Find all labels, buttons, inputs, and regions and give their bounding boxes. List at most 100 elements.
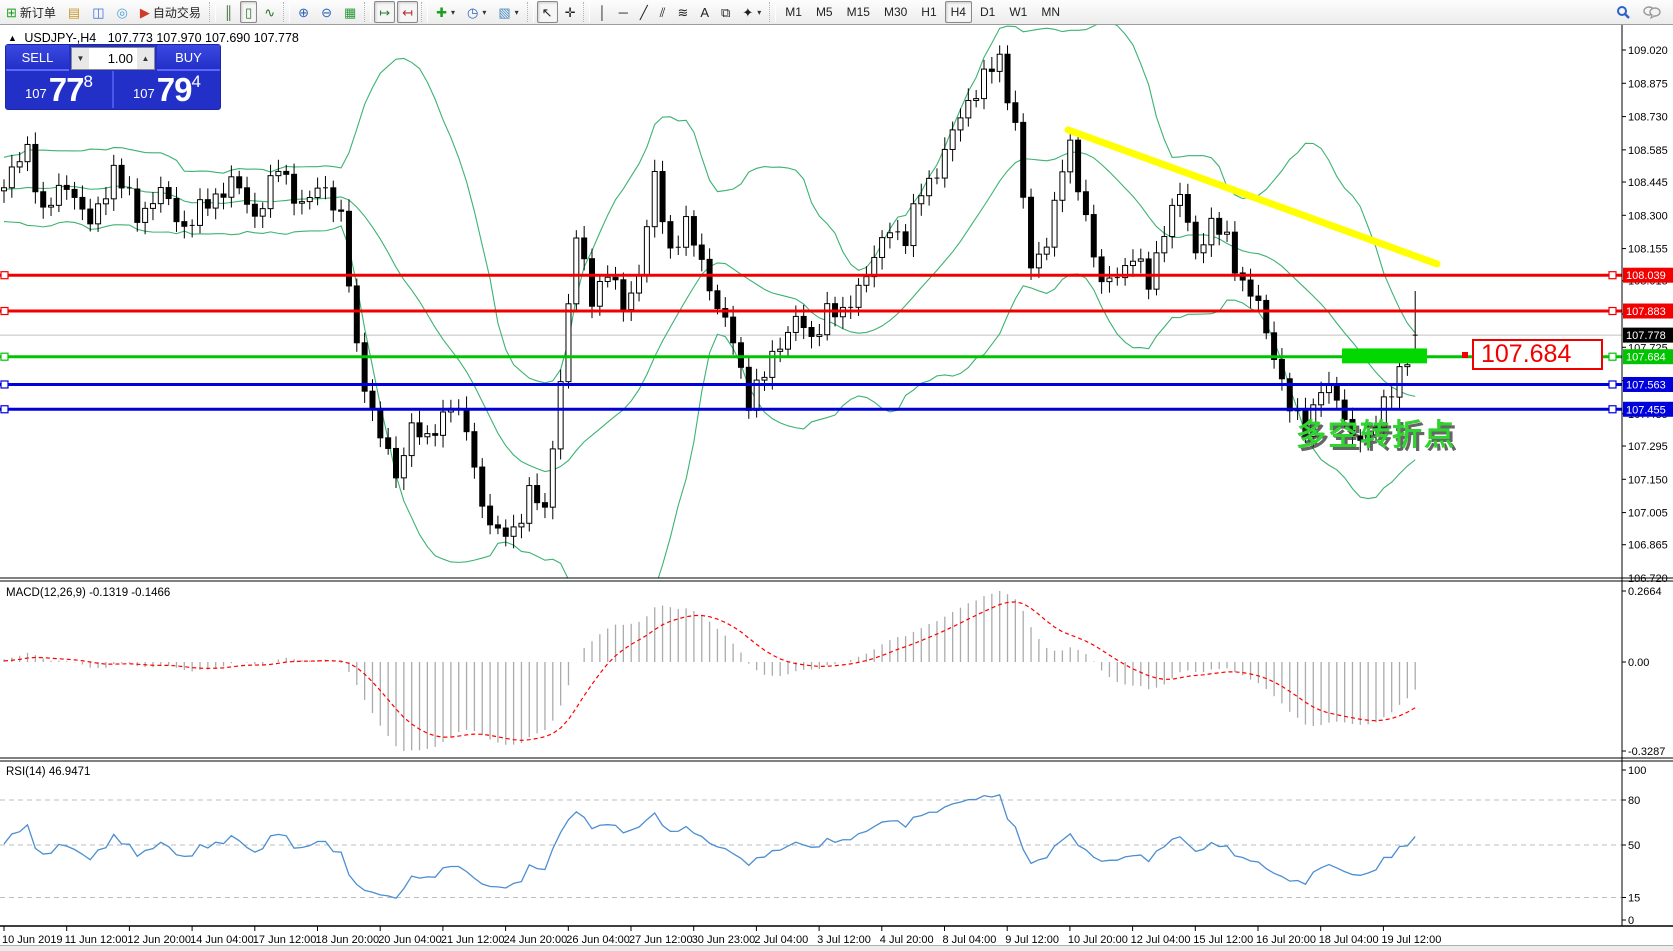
auto-scroll-button[interactable]: ↦ <box>374 1 395 23</box>
timeframe-d1-button[interactable]: D1 <box>974 1 1001 23</box>
rsi-axis-tick: 0 <box>1628 915 1634 927</box>
volume-down-button[interactable]: ▼ <box>72 48 89 69</box>
rsi-axis-tick: 80 <box>1628 795 1640 807</box>
fibonacci-icon: ≋ <box>677 6 688 19</box>
fibonacci-button[interactable]: ≋ <box>672 1 693 23</box>
templates-button[interactable]: ▧▾ <box>493 1 523 23</box>
volume-up-button[interactable]: ▲ <box>137 48 154 69</box>
chinese-annotation-text[interactable]: 多空转折点 <box>1296 410 1456 454</box>
chat-button[interactable] <box>1638 1 1666 23</box>
bar-chart-icon: ║ <box>224 6 233 19</box>
timeframe-w1-button[interactable]: W1 <box>1003 1 1033 23</box>
price-chart-svg[interactable]: 109.020108.875108.730108.585108.445108.3… <box>0 24 1673 951</box>
timeframe-h1-button[interactable]: H1 <box>915 1 942 23</box>
line-handle[interactable] <box>1 272 8 279</box>
rsi-axis-tick: 100 <box>1628 765 1646 777</box>
new-order-button[interactable]: ⊞新订单 <box>1 1 61 23</box>
toolbar-separator <box>583 2 590 22</box>
chart-shift-icon: ↤ <box>402 6 413 19</box>
timeframe-h4-button[interactable]: H4 <box>945 1 972 23</box>
profile-button[interactable]: ◫ <box>87 1 109 23</box>
price-axis-tick: 106.720 <box>1628 573 1668 585</box>
cursor-button[interactable]: ↖ <box>537 1 558 23</box>
periods-button[interactable]: ◷▾ <box>462 1 491 23</box>
chevron-down-icon: ▾ <box>757 8 761 17</box>
signals-button[interactable]: ◎ <box>112 1 133 23</box>
line-handle[interactable] <box>1609 308 1616 315</box>
toolbar-separator <box>421 2 428 22</box>
arrows-button[interactable]: ✦▾ <box>737 1 766 23</box>
yellow-trendline[interactable] <box>1068 130 1437 264</box>
rsi-indicator-label: RSI(14) 46.9471 <box>6 766 90 778</box>
price-axis-tick: 106.865 <box>1628 540 1668 552</box>
auto-scroll-icon: ↦ <box>379 6 390 19</box>
zoom-in-button[interactable]: ⊕ <box>293 1 314 23</box>
autotrading-icon: ▶ <box>140 6 150 19</box>
price-axis-tick: 107.150 <box>1628 474 1668 486</box>
horizontal-line-icon: ─ <box>619 6 628 19</box>
bollinger-bands <box>4 24 1415 632</box>
line-handle[interactable] <box>1609 353 1616 360</box>
profile-icon: ◫ <box>92 6 104 19</box>
price-callout-label[interactable]: 107.684 <box>1472 339 1603 370</box>
callout-anchor-handle[interactable] <box>1462 352 1468 358</box>
price-axis-tick: 108.730 <box>1628 112 1668 124</box>
collapse-arrow-icon[interactable]: ▲ <box>8 33 17 43</box>
crosshair-button[interactable]: ✛ <box>560 1 581 23</box>
zoom-out-button[interactable]: ⊖ <box>316 1 337 23</box>
autotrading-button-label: 自动交易 <box>153 4 201 21</box>
bar-chart-button[interactable]: ║ <box>219 1 238 23</box>
price-chip-label: 108.039 <box>1626 270 1666 282</box>
line-handle[interactable] <box>1 353 8 360</box>
green-zone-rectangle[interactable] <box>1342 348 1427 363</box>
zoom-in-icon: ⊕ <box>298 6 309 19</box>
horizontal-line-button[interactable]: ─ <box>614 1 633 23</box>
line-handle[interactable] <box>1609 272 1616 279</box>
volume-stepper: ▼ 1.00 ▲ <box>71 47 155 70</box>
signals-icon: ◎ <box>117 6 128 19</box>
line-chart-button[interactable]: ∿ <box>259 1 280 23</box>
timeframe-m15-button[interactable]: M15 <box>841 1 876 23</box>
line-handle[interactable] <box>1 308 8 315</box>
sell-price-big: 77 <box>49 73 84 106</box>
search-button[interactable] <box>1611 1 1636 23</box>
price-chip-label: 107.883 <box>1626 306 1666 318</box>
equidistant-channel-button[interactable]: ⫽ <box>655 1 671 23</box>
timeframe-m5-button[interactable]: M5 <box>810 1 839 23</box>
vertical-line-button[interactable]: │ <box>593 1 611 23</box>
price-chip-label: 107.563 <box>1626 379 1666 391</box>
buy-price[interactable]: 107794 <box>114 71 220 108</box>
line-handle[interactable] <box>1 381 8 388</box>
trendline-button[interactable]: ╱ <box>635 1 653 23</box>
price-chip-label: 107.455 <box>1626 404 1666 416</box>
price-chip-label: 107.778 <box>1626 330 1666 342</box>
line-handle[interactable] <box>1609 381 1616 388</box>
chart-shift-button[interactable]: ↤ <box>397 1 418 23</box>
sell-button[interactable]: SELL <box>6 45 69 71</box>
equidistant-channel-icon: ⫽ <box>660 6 666 19</box>
buy-button[interactable]: BUY <box>157 45 220 71</box>
timeframe-mn-button[interactable]: MN <box>1035 1 1066 23</box>
line-handle[interactable] <box>1 406 8 413</box>
tile-windows-button[interactable]: ▦ <box>339 1 361 23</box>
toolbar-separator <box>769 2 776 22</box>
timeframe-m1-button[interactable]: M1 <box>779 1 808 23</box>
text-button[interactable]: A <box>695 1 714 23</box>
toolbar-separator <box>527 2 534 22</box>
arrows-icon: ✦ <box>742 6 753 19</box>
volume-input[interactable]: 1.00 <box>89 48 137 69</box>
text-label-button[interactable]: ⧉ <box>716 1 735 23</box>
candlestick-chart-button[interactable]: ▯ <box>240 1 257 23</box>
timeframe-m30-button[interactable]: M30 <box>878 1 913 23</box>
chart-area[interactable]: 109.020108.875108.730108.585108.445108.3… <box>0 24 1673 951</box>
indicators-button[interactable]: ✚▾ <box>431 1 460 23</box>
rsi-plot <box>4 795 1415 898</box>
toolbar-separator <box>209 2 216 22</box>
one-click-trading-panel: SELL ▼ 1.00 ▲ BUY 107778 107794 <box>5 44 221 110</box>
sell-price[interactable]: 107778 <box>6 71 112 108</box>
price-axis-tick: 109.020 <box>1628 45 1668 57</box>
price-chip-label: 107.684 <box>1626 352 1666 364</box>
autotrading-button[interactable]: ▶自动交易 <box>135 1 206 23</box>
market-watch-button[interactable]: ▤ <box>63 1 85 23</box>
line-handle[interactable] <box>1609 406 1616 413</box>
